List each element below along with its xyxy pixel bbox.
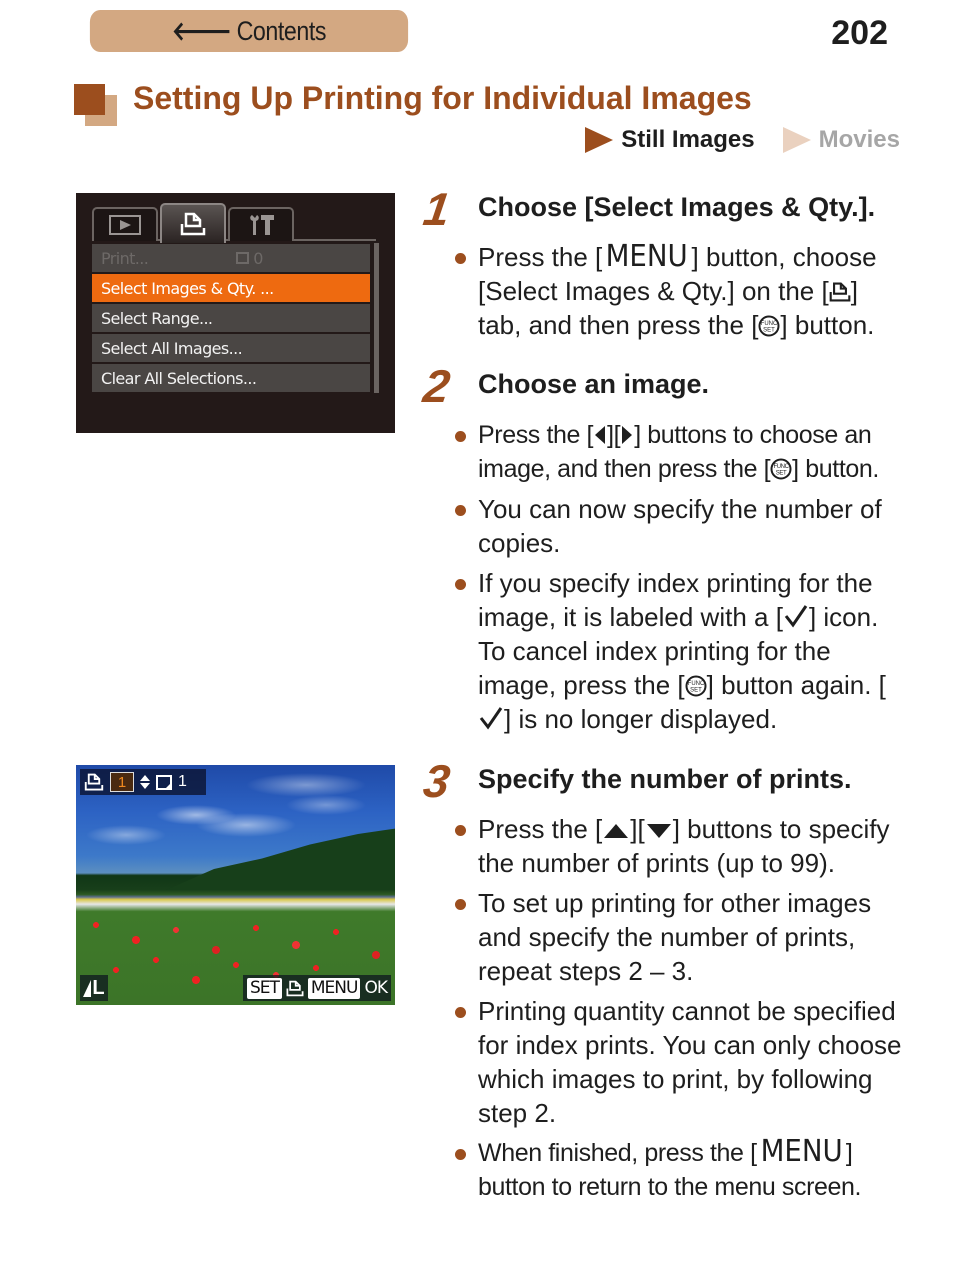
mode-movies: Movies bbox=[818, 126, 900, 153]
step-title: Choose [Select Images & Qty.]. bbox=[478, 192, 876, 222]
check-icon bbox=[479, 707, 503, 730]
size-wedge-icon bbox=[83, 979, 92, 997]
camera-menu-item-select-all-images: Select All Images... bbox=[92, 334, 370, 362]
print-icon bbox=[84, 773, 104, 791]
svg-text:SET: SET bbox=[764, 328, 776, 334]
camera-photo-screenshot: 1 1 L SET MENU OK bbox=[76, 765, 395, 1005]
menu-button-label: MENU bbox=[307, 977, 361, 999]
bullet-item: To set up printing for other images and … bbox=[454, 886, 904, 988]
func-set-icon: FUNCSET bbox=[770, 458, 792, 480]
image-size-indicator: L bbox=[80, 975, 108, 1001]
set-button-label: SET bbox=[246, 977, 282, 999]
step-bullets: Press the [][] buttons to specify the nu… bbox=[454, 812, 904, 1210]
movies-triangle-icon bbox=[782, 127, 811, 153]
camera-menu-item-clear-all-selections: Clear All Selections... bbox=[92, 364, 370, 392]
step-number: 1 bbox=[420, 183, 454, 235]
button-guide-overlay: SET MENU OK bbox=[242, 975, 391, 1001]
up-down-arrows-icon bbox=[140, 775, 150, 789]
camera-menu-item-select-range: Select Range... bbox=[92, 304, 370, 332]
func-set-icon: FUNCSET bbox=[685, 675, 707, 697]
still-images-triangle-icon bbox=[585, 127, 614, 153]
up-arrow-icon bbox=[604, 824, 629, 838]
bullet-item: If you specify index printing for the im… bbox=[454, 566, 904, 736]
ok-label: OK bbox=[364, 978, 388, 998]
menu-button-icon: MENU bbox=[760, 1134, 843, 1169]
svg-text:SET: SET bbox=[776, 471, 787, 477]
setup-tab bbox=[228, 207, 294, 241]
step-bullets: Press the [][] buttons to choose an imag… bbox=[454, 418, 904, 742]
mode-still-images: Still Images bbox=[621, 126, 755, 153]
bullet-item: Press the [MENU] button, choose [Select … bbox=[454, 240, 904, 342]
svg-text:FUNC: FUNC bbox=[687, 681, 704, 687]
print-count-icon bbox=[236, 252, 250, 264]
right-arrow-icon bbox=[622, 426, 633, 444]
camera-menu-scrollbar bbox=[374, 243, 379, 393]
print-settings-overlay: 1 1 bbox=[80, 769, 206, 795]
svg-text:FUNC: FUNC bbox=[774, 464, 790, 470]
index-count: 1 bbox=[178, 773, 187, 790]
camera-menu-screenshot: Print... 0 Select Images & Qty. ... Sele… bbox=[76, 193, 395, 433]
copies-value: 1 bbox=[110, 772, 134, 792]
print-icon bbox=[286, 980, 304, 996]
contents-button[interactable]: 🡐 Contents bbox=[89, 10, 409, 52]
mode-indicator: Still Images Movies bbox=[585, 126, 900, 154]
check-icon bbox=[784, 605, 808, 628]
bullet-item: When finished, press the [MENU] button t… bbox=[454, 1136, 904, 1204]
down-arrow-icon bbox=[646, 824, 671, 838]
camera-menu-item-select-images-qty: Select Images & Qty. ... bbox=[92, 274, 370, 302]
bullet-item: Press the [][] buttons to choose an imag… bbox=[454, 418, 904, 486]
svg-text:FUNC: FUNC bbox=[761, 321, 778, 327]
camera-menu-item-print: Print... 0 bbox=[92, 244, 370, 272]
page-number: 202 bbox=[831, 14, 888, 52]
print-icon bbox=[829, 282, 851, 302]
step-number: 3 bbox=[420, 755, 454, 807]
step-bullets: Press the [MENU] button, choose [Select … bbox=[454, 240, 904, 348]
print-icon bbox=[180, 212, 206, 236]
step-title: Specify the number of prints. bbox=[478, 764, 852, 794]
section-mark-icon bbox=[74, 84, 118, 126]
play-tab bbox=[92, 207, 158, 241]
bullet-item: You can now specify the number of copies… bbox=[454, 492, 904, 560]
bullet-item: Press the [][] buttons to specify the nu… bbox=[454, 812, 904, 880]
camera-menu-tabs bbox=[92, 203, 376, 243]
contents-label: Contents bbox=[236, 15, 327, 46]
step-number: 2 bbox=[420, 360, 454, 412]
bullet-item: Printing quantity cannot be specified fo… bbox=[454, 994, 904, 1130]
menu-button-icon: MENU bbox=[605, 239, 688, 274]
camera-menu-list: Print... 0 Select Images & Qty. ... Sele… bbox=[92, 244, 370, 394]
index-print-icon bbox=[156, 774, 172, 790]
wrench-hammer-icon bbox=[250, 215, 274, 235]
print-tab bbox=[160, 203, 226, 243]
print-count: 0 bbox=[236, 249, 263, 268]
back-arrow-icon: 🡐 bbox=[171, 15, 232, 46]
play-icon bbox=[109, 215, 141, 235]
func-set-icon: FUNCSET bbox=[758, 315, 780, 337]
left-arrow-icon bbox=[595, 426, 606, 444]
page-title: Setting Up Printing for Individual Image… bbox=[133, 80, 752, 116]
step-title: Choose an image. bbox=[478, 369, 710, 399]
svg-text:SET: SET bbox=[690, 688, 702, 694]
